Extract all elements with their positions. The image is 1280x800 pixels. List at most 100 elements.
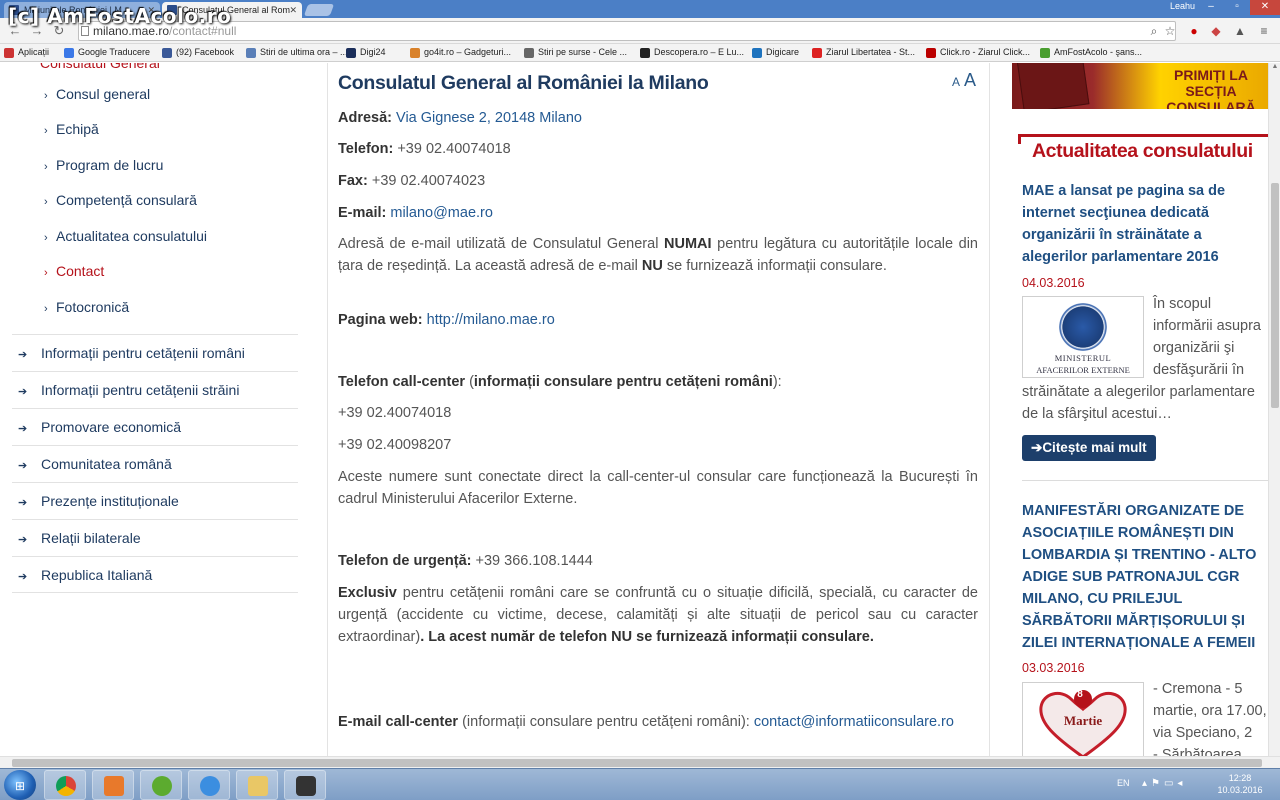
bookmark-item[interactable]: Digicare [752, 47, 799, 58]
tab-close-icon[interactable]: ✕ [289, 2, 297, 18]
font-decrease-button[interactable]: A [952, 75, 960, 89]
font-increase-button[interactable]: A [964, 70, 976, 90]
bookmark-star-icon[interactable]: ☆ [1162, 23, 1178, 39]
nav-sub-item-fotocronica[interactable]: › Fotocronică [44, 299, 129, 315]
nav-item-republica-italiana[interactable]: ➔ Republica Italiană [12, 556, 298, 593]
email-line: E-mail: milano@mae.ro [338, 202, 978, 224]
bookmark-favicon-icon [524, 48, 534, 58]
scroll-up-icon[interactable]: ▲ [1269, 63, 1280, 75]
bookmark-favicon-icon [640, 48, 650, 58]
tray-icons[interactable]: ▴⚑▭◂ [1142, 778, 1186, 789]
address-line: Adresă: Via Gignese 2, 20148 Milano [338, 107, 978, 129]
bookmark-favicon-icon [812, 48, 822, 58]
news-title-link[interactable]: MAE a lansat pe pagina sa de internet se… [1022, 180, 1225, 268]
web-page: Consulatul General › Consul general › Echi… [0, 63, 1280, 756]
chevron-right-icon: › [44, 161, 48, 173]
address-bar[interactable]: milano.mae.ro/contact#null [78, 21, 1176, 41]
nav-sub-item-actualitatea[interactable]: › Actualitatea consulatului [44, 228, 207, 244]
taskbar-chrome[interactable] [44, 770, 86, 800]
maximize-window-button[interactable]: ▫ [1224, 0, 1250, 15]
bookmark-item[interactable]: Digi24 [346, 47, 386, 58]
arrow-right-icon: ➔ [18, 497, 28, 509]
news-thumbnail[interactable]: MINISTERUL AFACERILOR EXTERNE [1022, 296, 1144, 378]
internet-explorer-icon [200, 776, 220, 796]
taskbar-camera-app[interactable] [284, 770, 326, 800]
news-thumbnail[interactable]: 8 Martie [1022, 682, 1144, 756]
thumb-caption: MINISTERUL [1054, 353, 1112, 363]
news-heading: Actualitatea consulatului [1032, 140, 1253, 162]
nav-sub-item-echipa[interactable]: › Echipă [44, 121, 99, 137]
web-line: Pagina web: http://milano.mae.ro [338, 309, 978, 331]
nav-divider [12, 592, 298, 593]
callcenter-phone-2: +39 02.40098207 [338, 437, 452, 453]
email-note: Adresă de e-mail utilizată de Consulatul… [338, 236, 978, 274]
right-sidebar: PRIMIȚI LA SECȚIA CONSULARĂ Actualitatea… [989, 63, 1280, 756]
left-navigation: Consulatul General › Consul general › Echi… [0, 63, 328, 756]
email-label: E-mail: [338, 205, 387, 221]
nav-item-informatii-straini[interactable]: ➔ Informații pentru cetățenii străini [12, 371, 298, 408]
nav-sub-item-consul-general[interactable]: › Consul general [44, 86, 150, 102]
bookmark-item[interactable]: go4it.ro – Gadgeturi... [410, 47, 511, 58]
bookmark-favicon-icon [246, 48, 256, 58]
nav-item-relatii-bilaterale[interactable]: ➔ Relații bilaterale [12, 519, 298, 556]
bookmark-item[interactable]: Stiri pe surse - Cele ... [524, 47, 627, 58]
web-link[interactable]: http://milano.mae.ro [427, 312, 555, 328]
taskbar-explorer[interactable] [236, 770, 278, 800]
cc-email-line: E-mail call-center (informații consulare… [338, 714, 954, 730]
nav-parent-item[interactable]: Consulatul General [40, 63, 160, 71]
bookmark-item[interactable]: AmFostAcolo - şans... [1040, 47, 1142, 58]
utorrent-icon [152, 776, 172, 796]
bookmark-item[interactable]: Click.ro - Ziarul Click... [926, 47, 1030, 58]
arrow-right-icon: ➔ [18, 571, 28, 583]
camera-icon [296, 776, 316, 796]
horizontal-scrollbar[interactable] [0, 756, 1280, 768]
chevron-right-icon: › [44, 196, 48, 208]
thumb-caption: 8 [1077, 689, 1083, 700]
menu-icon[interactable]: ≡ [1256, 23, 1272, 39]
chevron-right-icon: › [44, 232, 48, 244]
nav-sub-item-competenta[interactable]: › Competență consulară [44, 192, 197, 208]
browser-user-name[interactable]: Leahu [1170, 1, 1195, 11]
taskbar-media-player[interactable] [92, 770, 134, 800]
phone-value: +39 02.40074018 [397, 141, 511, 157]
thumb-caption: AFACERILOR EXTERNE [1036, 365, 1130, 375]
bookmark-item[interactable]: Stiri de ultima ora – ... [246, 47, 348, 58]
urgent-value: +39 366.108.1444 [475, 553, 593, 569]
bookmark-item[interactable]: (92) Facebook [162, 47, 234, 58]
vertical-scrollbar[interactable]: ▲ [1268, 63, 1280, 756]
bookmark-item[interactable]: Ziarul Libertatea - St... [812, 47, 915, 58]
nav-item-comunitatea-romana[interactable]: ➔ Comunitatea română [12, 445, 298, 482]
start-button[interactable]: ⊞ [4, 770, 36, 800]
clock-time: 12:28 [1228, 773, 1252, 783]
opera-icon[interactable]: ● [1186, 23, 1202, 39]
new-tab-button[interactable] [303, 4, 335, 16]
bookmark-item[interactable]: Aplicații [4, 47, 49, 58]
close-window-button[interactable]: ✕ [1250, 0, 1280, 15]
bookmark-favicon-icon [162, 48, 172, 58]
extension-icon[interactable]: ◆ [1208, 23, 1224, 39]
extension-icon[interactable]: ▲ [1232, 23, 1248, 39]
bookmark-item[interactable]: Descopera.ro – E Lu... [640, 47, 744, 58]
email-link[interactable]: milano@mae.ro [390, 205, 493, 221]
nav-item-promovare-economica[interactable]: ➔ Promovare economică [12, 408, 298, 445]
language-indicator[interactable]: EN [1117, 778, 1130, 788]
scrollbar-thumb[interactable] [1271, 183, 1279, 408]
nav-sub-item-program[interactable]: › Program de lucru [44, 157, 163, 173]
bookmark-favicon-icon [752, 48, 762, 58]
system-clock[interactable]: 12:28 10.03.2016 [1215, 772, 1265, 796]
read-more-button[interactable]: ➔Citește mai mult [1022, 435, 1156, 461]
consular-banner[interactable]: PRIMIȚI LA SECȚIA CONSULARĂ [1012, 63, 1280, 109]
nav-item-informatii-romani[interactable]: ➔ Informații pentru cetățenii români [12, 334, 298, 371]
taskbar-utorrent[interactable] [140, 770, 182, 800]
bookmark-item[interactable]: Google Traducere [64, 47, 150, 58]
news-title-link[interactable]: MANIFESTĂRI ORGANIZATE DE ASOCIAȚIILE RO… [1022, 500, 1256, 654]
nav-item-prezente-institutionale[interactable]: ➔ Prezențe instituționale [12, 482, 298, 519]
minimize-window-button[interactable]: – [1198, 0, 1224, 15]
scrollbar-thumb[interactable] [12, 759, 1262, 767]
cc-email-link[interactable]: contact@informatiiconsulare.ro [754, 714, 954, 730]
news-excerpt: În scopul informării asupra organizării … [1153, 296, 1261, 378]
banner-text: PRIMIȚI LA SECȚIA CONSULARĂ [1166, 67, 1256, 109]
nav-sub-item-contact[interactable]: › Contact [44, 263, 104, 279]
zoom-icon[interactable]: ⌕ [1146, 23, 1162, 39]
taskbar-internet-explorer[interactable] [188, 770, 230, 800]
